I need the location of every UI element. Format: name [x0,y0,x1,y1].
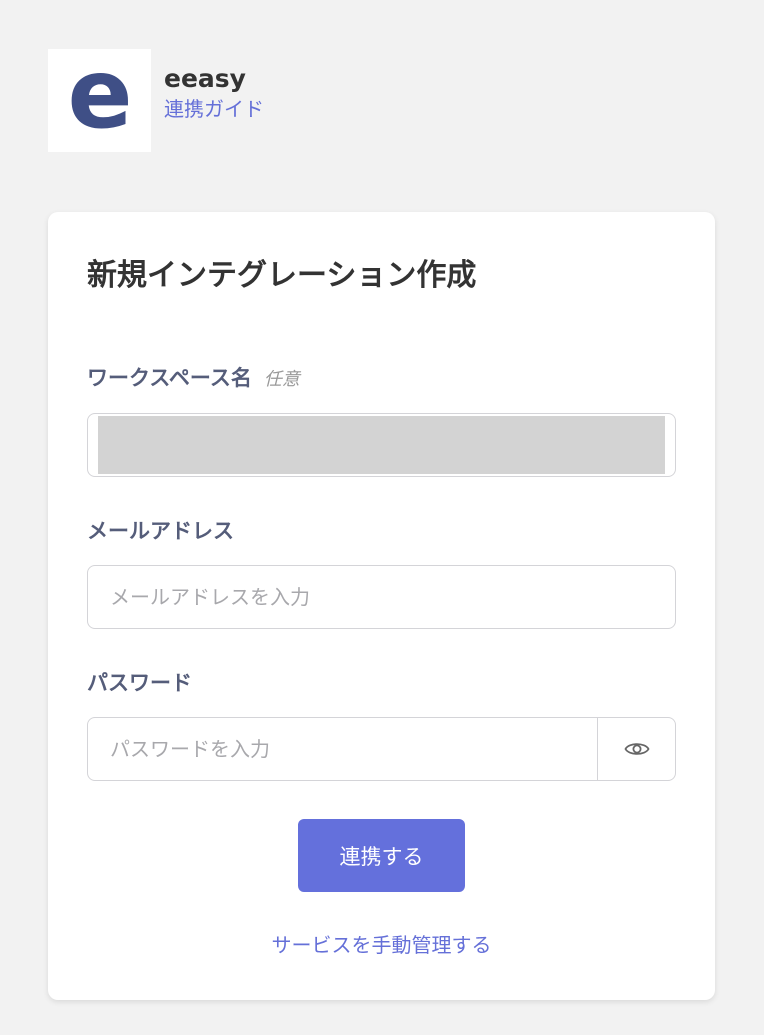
password-field[interactable] [88,718,598,780]
email-label: メールアドレス [87,519,234,543]
app-logo: e [48,49,151,152]
app-meta: eeasy 連携ガイド [164,64,264,123]
workspace-name-redacted [98,416,665,474]
app-header: e eeasy 連携ガイド [48,49,264,152]
optional-tag: 任意 [263,369,300,390]
integration-form-card: 新規インテグレーション作成 ワークスペース名任意 メールアドレス パスワード 連… [48,212,715,1000]
app-logo-mark: e [67,49,132,150]
eye-icon [623,743,650,755]
integration-guide-link[interactable]: 連携ガイド [164,95,264,123]
email-field[interactable] [88,566,675,628]
password-label: パスワード [87,671,192,695]
app-logo-letter: e [67,49,132,150]
connect-button[interactable]: 連携する [298,819,465,892]
workspace-name-label: ワークスペース名 [87,366,252,390]
workspace-name-label-row: ワークスペース名 任意 [87,363,300,395]
app-name: eeasy [164,64,246,93]
password-field-wrapper [87,717,676,781]
page-title: 新規インテグレーション作成 [87,258,477,293]
manual-manage-link[interactable]: サービスを手動管理する [48,930,715,960]
workspace-name-field[interactable] [87,413,676,477]
show-password-button[interactable] [597,718,675,780]
email-field-wrapper [87,565,676,629]
